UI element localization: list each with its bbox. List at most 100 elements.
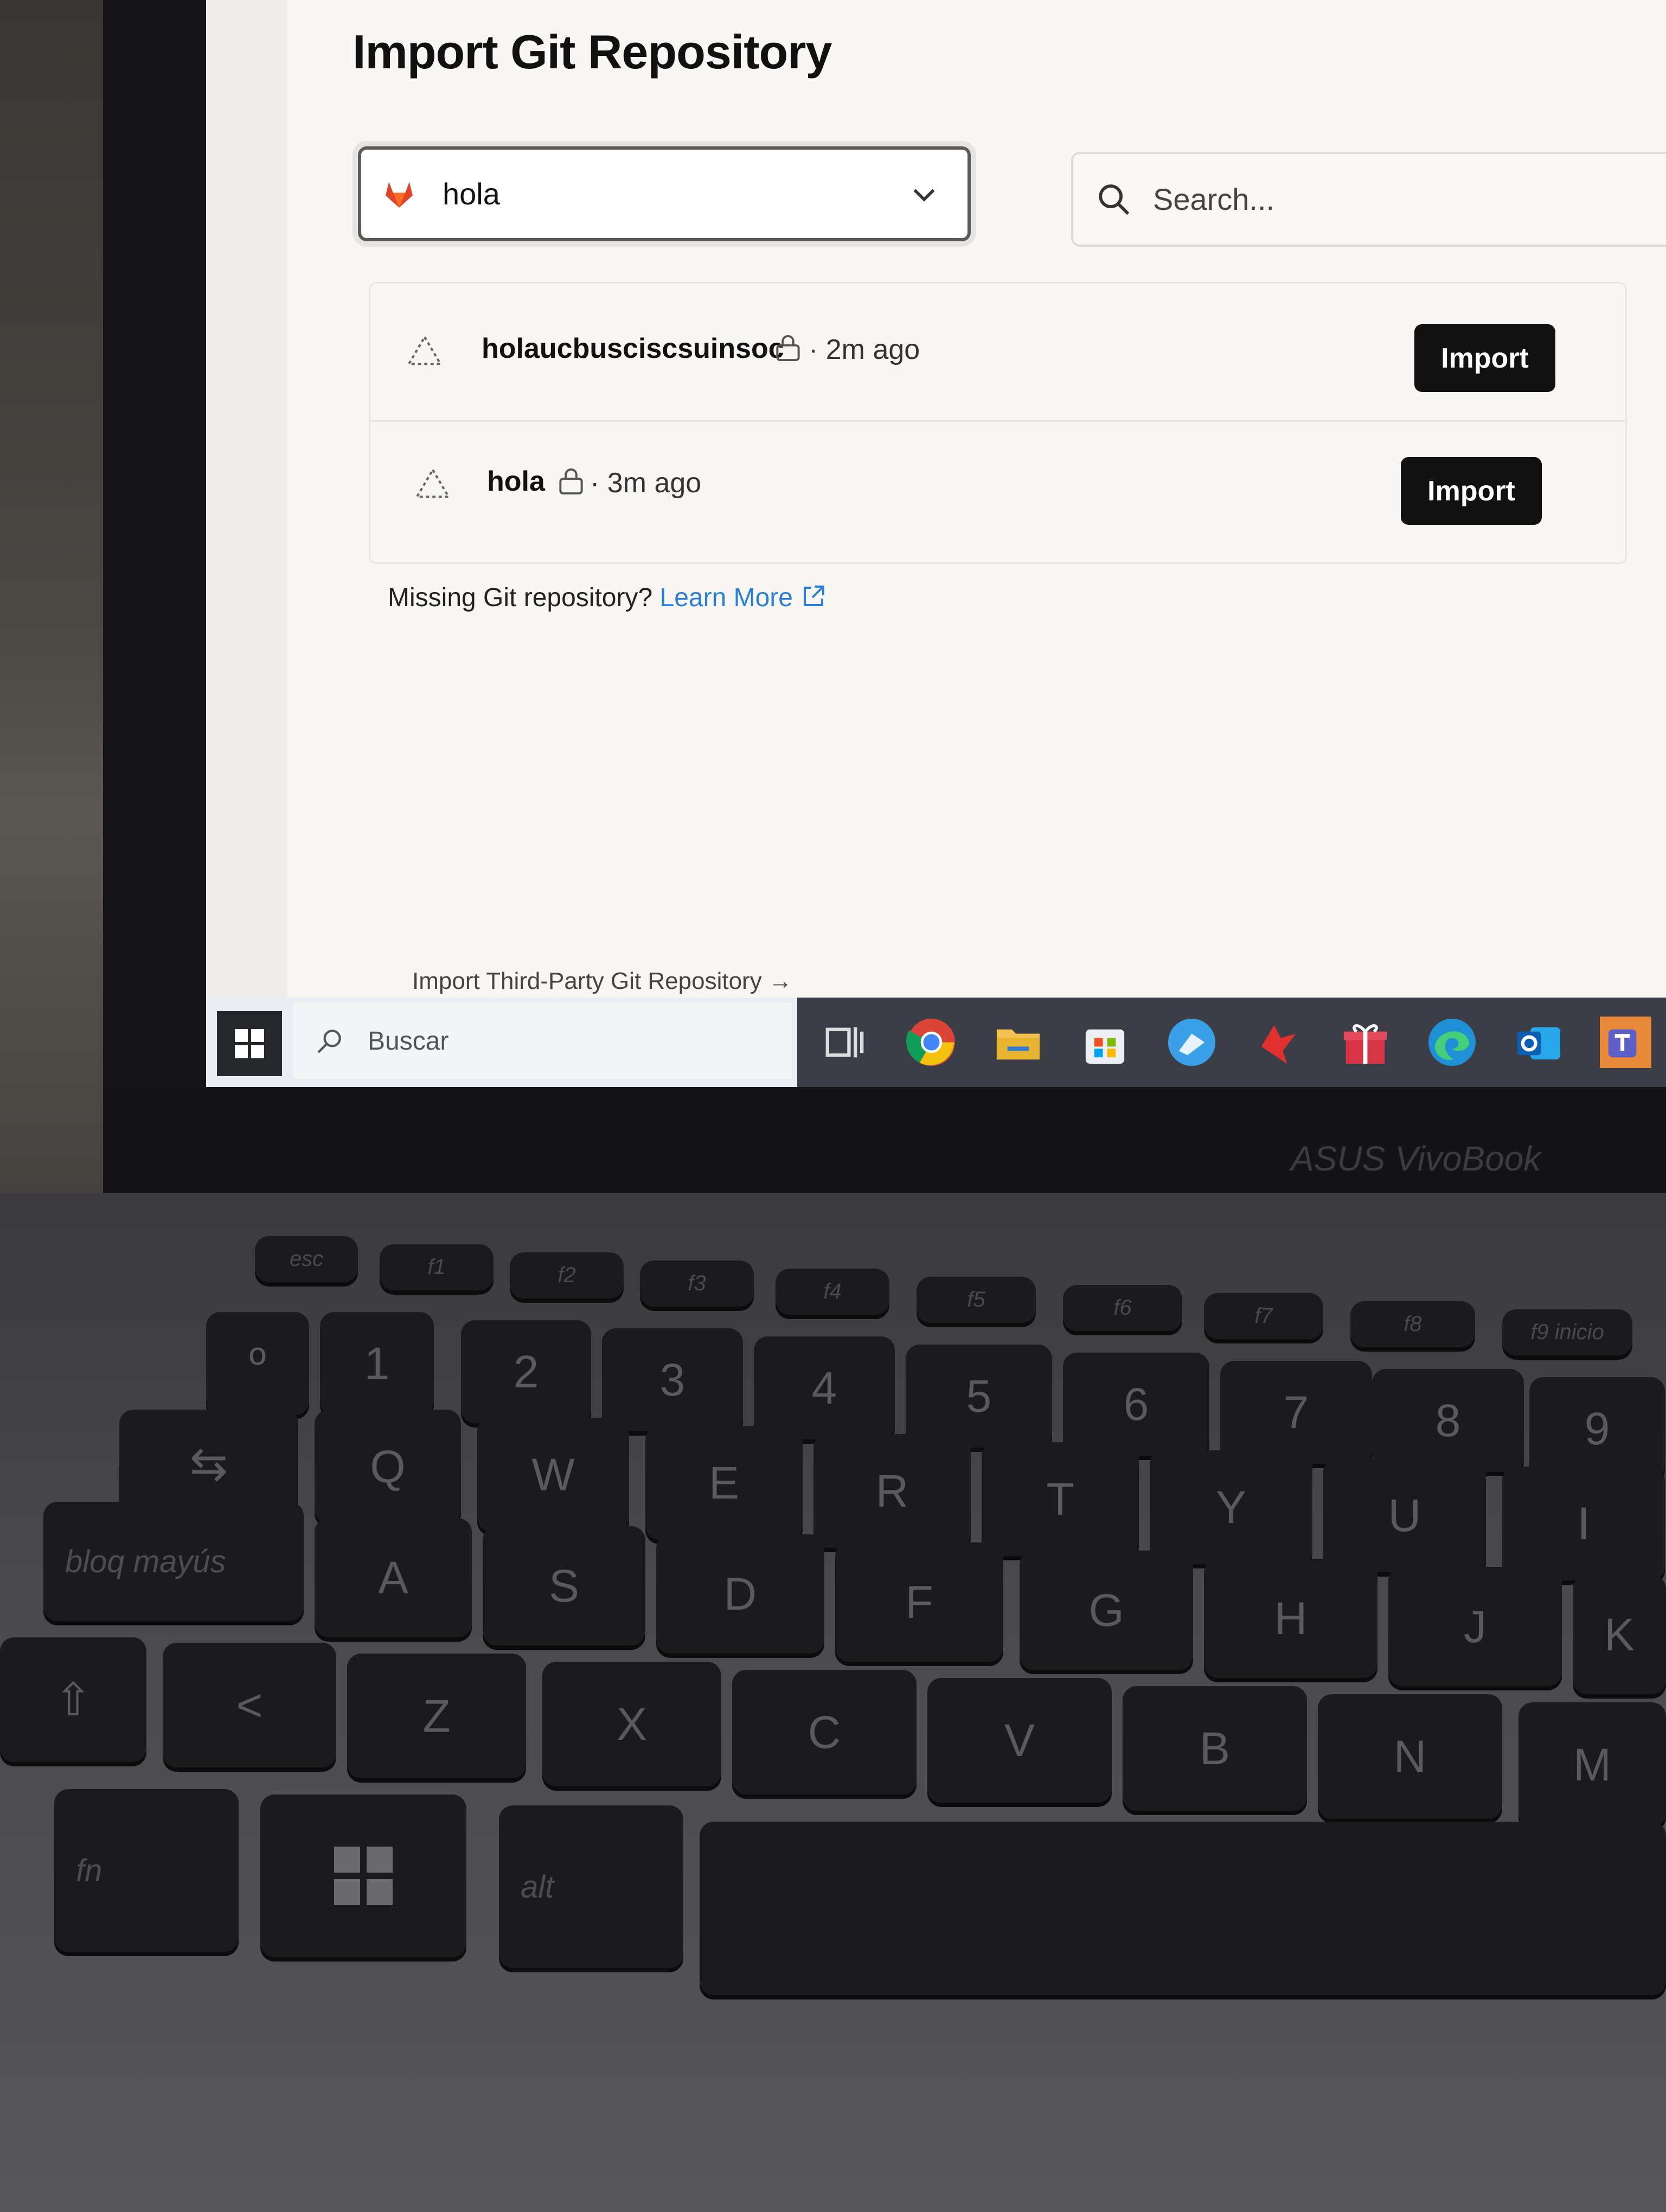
key-8: 8 xyxy=(1372,1369,1524,1472)
key-r: R xyxy=(813,1434,971,1548)
key-f8: f8 xyxy=(1350,1301,1475,1347)
key-alt: alt xyxy=(499,1805,683,1968)
taskbar-search[interactable] xyxy=(293,1003,792,1079)
external-link-icon xyxy=(803,586,824,606)
missing-repository-help: Missing Git repository? Learn More xyxy=(388,583,826,613)
import-third-party-link[interactable]: Import Third-Party Git Repository → xyxy=(412,968,792,995)
microsoft-store-icon[interactable] xyxy=(1079,1017,1131,1068)
search-input[interactable] xyxy=(1152,181,1666,217)
repository-list: holaucbusciscsuinsoc · 2m ago Import hol… xyxy=(369,282,1627,564)
key-6: 6 xyxy=(1063,1353,1209,1456)
gift-icon[interactable] xyxy=(1340,1017,1391,1068)
key-b: B xyxy=(1123,1686,1307,1811)
key-7: 7 xyxy=(1220,1361,1372,1464)
key-2: 2 xyxy=(461,1320,591,1423)
repository-avatar-icon xyxy=(407,335,443,365)
key-g: G xyxy=(1020,1551,1193,1670)
key-esc: esc xyxy=(255,1236,358,1282)
windows-taskbar xyxy=(206,998,1666,1087)
key-v: V xyxy=(927,1678,1112,1803)
select-value: hola xyxy=(443,177,500,211)
game-icon[interactable] xyxy=(1253,1017,1304,1068)
key-5: 5 xyxy=(906,1345,1052,1448)
gitlab-icon xyxy=(386,182,413,208)
keyboard-deck: esc f1 f2 f3 f4 f5 f6 f7 f8 f9 inicio º … xyxy=(0,1193,1666,2212)
key-m: M xyxy=(1518,1702,1666,1827)
windows-icon xyxy=(235,1029,264,1058)
key-f7: f7 xyxy=(1204,1293,1323,1339)
key-d: D xyxy=(656,1534,824,1654)
taskbar-apps xyxy=(797,998,1666,1087)
key-f3: f3 xyxy=(640,1261,754,1307)
repository-updated-time: · 3m ago xyxy=(590,467,702,499)
repository-search[interactable] xyxy=(1071,152,1666,247)
start-button[interactable] xyxy=(217,1011,282,1076)
key-windows xyxy=(260,1795,466,1957)
import-button[interactable]: Import xyxy=(1414,324,1555,392)
learn-more-link[interactable]: Learn More xyxy=(660,583,826,612)
key-4: 4 xyxy=(754,1336,895,1439)
key-fn: fn xyxy=(54,1789,239,1952)
repository-row: holaucbusciscsuinsoc · 2m ago Import xyxy=(370,284,1625,422)
outlook-icon[interactable] xyxy=(1513,1017,1565,1068)
key-f1: f1 xyxy=(380,1244,494,1290)
key-i: I xyxy=(1502,1467,1665,1580)
key-1: 1 xyxy=(320,1312,434,1415)
chevron-down-icon xyxy=(913,189,935,202)
key-f9: f9 inicio xyxy=(1502,1309,1632,1355)
key-f5: f5 xyxy=(917,1277,1036,1323)
search-icon xyxy=(1099,184,1130,215)
key-s: S xyxy=(483,1526,645,1645)
teams-icon[interactable] xyxy=(1600,1017,1651,1068)
key-a: A xyxy=(315,1518,472,1637)
taskbar-search-input[interactable] xyxy=(367,1025,694,1057)
brand-label: ASUS VivoBook xyxy=(1291,1139,1541,1178)
repository-row: hola · 3m ago Import xyxy=(370,425,1625,563)
key-3: 3 xyxy=(602,1328,743,1431)
key-q: Q xyxy=(315,1410,461,1523)
key-f2: f2 xyxy=(510,1252,624,1298)
file-explorer-icon[interactable] xyxy=(992,1017,1044,1068)
key-x: X xyxy=(542,1662,721,1786)
repository-avatar-icon xyxy=(415,467,451,498)
edge-icon[interactable] xyxy=(1426,1017,1478,1068)
laptop-screen: Import Git Repository hola h xyxy=(206,0,1666,998)
key-shift: ⇧ xyxy=(0,1637,146,1762)
chrome-icon[interactable] xyxy=(906,1017,957,1068)
repository-name: hola xyxy=(487,466,545,497)
key-t: T xyxy=(982,1442,1139,1556)
page-title: Import Git Repository xyxy=(353,25,832,79)
key-f6: f6 xyxy=(1063,1285,1182,1331)
key-f4: f4 xyxy=(776,1269,889,1315)
key-caps-lock: bloq mayús xyxy=(43,1502,304,1621)
learn-more-label: Learn More xyxy=(659,583,793,612)
repository-name: holaucbusciscsuinsoc xyxy=(482,333,784,364)
app-icon[interactable] xyxy=(1166,1017,1218,1068)
key-k: K xyxy=(1573,1575,1666,1694)
key-j: J xyxy=(1388,1567,1562,1686)
key-9: 9 xyxy=(1529,1377,1665,1480)
key-space xyxy=(700,1822,1666,1995)
key-ordinal: º xyxy=(206,1312,309,1415)
key-z: Z xyxy=(347,1654,526,1778)
git-namespace-select[interactable]: hola xyxy=(358,146,971,241)
missing-repository-text: Missing Git repository? xyxy=(388,583,653,612)
windows-key-icon xyxy=(334,1847,393,1905)
task-view-icon[interactable] xyxy=(819,1017,870,1068)
key-u: U xyxy=(1323,1458,1486,1572)
key-y: Y xyxy=(1150,1450,1312,1564)
key-c: C xyxy=(732,1670,917,1795)
key-f: F xyxy=(835,1542,1003,1662)
lock-icon xyxy=(776,335,800,362)
key-n: N xyxy=(1318,1694,1502,1819)
key-less-than: < xyxy=(163,1643,336,1767)
lock-icon xyxy=(559,468,583,495)
key-w: W xyxy=(477,1418,629,1532)
import-button[interactable]: Import xyxy=(1401,457,1542,525)
import-page: Import Git Repository hola h xyxy=(287,0,1666,998)
key-h: H xyxy=(1204,1559,1377,1678)
key-e: E xyxy=(645,1426,803,1540)
search-icon xyxy=(317,1030,341,1053)
repository-updated-time: · 2m ago xyxy=(809,334,920,365)
left-pane xyxy=(206,0,287,998)
